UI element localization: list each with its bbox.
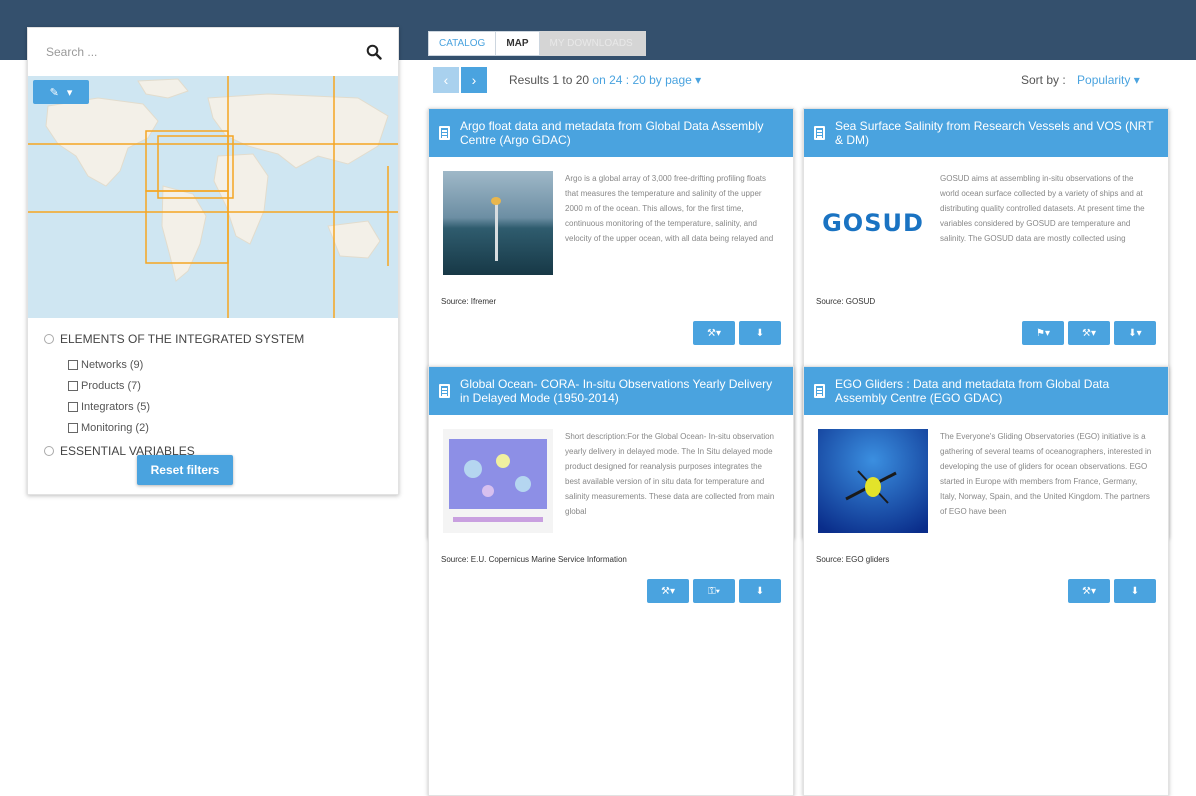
download-button[interactable]: ⬇ (739, 321, 781, 345)
per-page-dropdown[interactable]: 20 by page ▾ (632, 73, 701, 87)
card-body: Short description:For the Global Ocean- … (429, 415, 793, 545)
checkbox[interactable] (68, 380, 78, 391)
card-body: The Everyone's Gliding Observatories (EG… (804, 415, 1168, 545)
wrench-button[interactable]: ⚒▾ (1068, 321, 1110, 345)
key-button[interactable]: ⚿▾ (693, 579, 735, 603)
card-title[interactable]: EGO Gliders : Data and metadata from Glo… (835, 377, 1158, 405)
key-icon: ⚿▾ (708, 585, 720, 597)
checkbox[interactable] (68, 422, 78, 433)
download-icon: ⬇ (755, 585, 765, 597)
wrench-icon: ⚒▾ (707, 327, 721, 339)
card-title[interactable]: Argo float data and metadata from Global… (460, 119, 783, 147)
search-input[interactable] (28, 28, 350, 76)
search-bar (28, 28, 398, 76)
tab-catalog[interactable]: CATALOG (428, 31, 497, 56)
card-title[interactable]: Global Ocean- CORA- In-situ Observations… (460, 377, 783, 405)
download-button[interactable]: ⬇▾ (1114, 321, 1156, 345)
filter-panel: ✎ ▾ ELEMENTS OF THE INTEGRATED SYSTEM Ne… (27, 27, 399, 495)
next-page-button[interactable]: › (461, 67, 487, 93)
argo-float-photo (443, 171, 553, 275)
filter-products[interactable]: Products (7) (68, 375, 382, 396)
wrench-button[interactable]: ⚒▾ (647, 579, 689, 603)
wrench-icon: ⚒▾ (661, 585, 675, 597)
filter-integrators[interactable]: Integrators (5) (68, 396, 382, 417)
sort-dropdown[interactable]: Popularity ▾ (1077, 73, 1140, 87)
sort-control: Sort by : Popularity ▾ (1021, 73, 1140, 87)
card-body: GOSUD GOSUD aims at assembling in-situ o… (804, 157, 1168, 287)
card-actions: ⚒▾ ⬇ (693, 321, 781, 345)
filter-group-label: ELEMENTS OF THE INTEGRATED SYSTEM (60, 332, 305, 346)
filter-list: ELEMENTS OF THE INTEGRATED SYSTEM Networ… (28, 318, 398, 468)
document-icon (439, 126, 450, 140)
card-header[interactable]: Global Ocean- CORA- In-situ Observations… (429, 367, 793, 415)
map-canvas (28, 76, 398, 318)
result-card: EGO Gliders : Data and metadata from Glo… (803, 366, 1169, 796)
flag-icon: ⚑▾ (1036, 327, 1050, 339)
card-header[interactable]: Argo float data and metadata from Global… (429, 109, 793, 157)
checkbox[interactable] (68, 359, 78, 370)
wrench-icon: ⚒▾ (1082, 585, 1096, 597)
search-icon (366, 44, 382, 60)
result-card: Global Ocean- CORA- In-situ Observations… (428, 366, 794, 796)
download-button[interactable]: ⬇ (1114, 579, 1156, 603)
wrench-icon: ⚒▾ (1082, 327, 1096, 339)
edit-icon: ✎ (49, 86, 59, 99)
filter-label: Monitoring (2) (81, 421, 149, 434)
world-map[interactable]: ✎ ▾ (28, 76, 398, 318)
filter-group-elements[interactable]: ELEMENTS OF THE INTEGRATED SYSTEM (44, 332, 382, 346)
results-total: on 24 : (592, 73, 630, 87)
document-icon (814, 384, 825, 398)
flag-button[interactable]: ⚑▾ (1022, 321, 1064, 345)
tab-map[interactable]: MAP (496, 31, 540, 56)
download-icon: ⬇ (755, 327, 765, 339)
card-source: Source: EGO gliders (816, 555, 890, 564)
filter-label: Networks (9) (81, 358, 144, 371)
filter-checkbox-list: Networks (9) Products (7) Integrators (5… (68, 354, 382, 438)
checkbox[interactable] (68, 401, 78, 412)
gosud-logo: GOSUD (818, 171, 928, 275)
card-actions: ⚒▾ ⬇ (1068, 579, 1156, 603)
wrench-button[interactable]: ⚒▾ (693, 321, 735, 345)
card-actions: ⚑▾ ⚒▾ ⬇▾ (1022, 321, 1156, 345)
caret-down-icon: ▾ (66, 86, 73, 99)
download-icon: ⬇ (1130, 585, 1140, 597)
radio-icon (44, 446, 54, 456)
card-source: Source: Ifremer (441, 297, 497, 306)
map-draw-tool[interactable]: ✎ ▾ (33, 80, 89, 104)
card-description: The Everyone's Gliding Observatories (EG… (940, 432, 1152, 516)
document-icon (814, 126, 825, 140)
card-description: GOSUD aims at assembling in-situ observa… (940, 174, 1145, 243)
tab-my-downloads[interactable]: MY DOWNLOADS (539, 31, 646, 56)
card-source: Source: GOSUD (816, 297, 876, 306)
radio-icon (44, 334, 54, 344)
filter-monitoring[interactable]: Monitoring (2) (68, 417, 382, 438)
card-body: Argo is a global array of 3,000 free-dri… (429, 157, 793, 287)
wrench-button[interactable]: ⚒▾ (1068, 579, 1110, 603)
results-range: Results 1 to 20 (509, 73, 590, 87)
filter-label: Integrators (5) (81, 400, 151, 413)
page: ✎ ▾ ELEMENTS OF THE INTEGRATED SYSTEM Ne… (0, 0, 1196, 796)
card-header[interactable]: EGO Gliders : Data and metadata from Glo… (804, 367, 1168, 415)
filter-label: Products (7) (81, 379, 141, 392)
search-button[interactable] (350, 28, 398, 76)
card-source: Source: E.U. Copernicus Marine Service I… (441, 555, 627, 564)
document-icon (439, 384, 450, 398)
download-icon: ⬇▾ (1128, 327, 1142, 339)
card-description: Argo is a global array of 3,000 free-dri… (565, 174, 774, 243)
cora-map-thumbnail (443, 429, 553, 533)
sort-label: Sort by : (1021, 73, 1066, 87)
card-description: Short description:For the Global Ocean- … (565, 432, 775, 516)
card-title[interactable]: Sea Surface Salinity from Research Vesse… (835, 119, 1158, 147)
card-actions: ⚒▾ ⚿▾ ⬇ (647, 579, 781, 603)
glider-photo (818, 429, 928, 533)
card-header[interactable]: Sea Surface Salinity from Research Vesse… (804, 109, 1168, 157)
pager: ‹ › (433, 67, 487, 93)
reset-filters-button[interactable]: Reset filters (137, 455, 233, 485)
download-button[interactable]: ⬇ (739, 579, 781, 603)
filter-networks[interactable]: Networks (9) (68, 354, 382, 375)
view-tabs: CATALOG MAP MY DOWNLOADS (428, 31, 646, 56)
results-summary: Results 1 to 20 on 24 : 20 by page ▾ (509, 73, 701, 87)
prev-page-button[interactable]: ‹ (433, 67, 459, 93)
